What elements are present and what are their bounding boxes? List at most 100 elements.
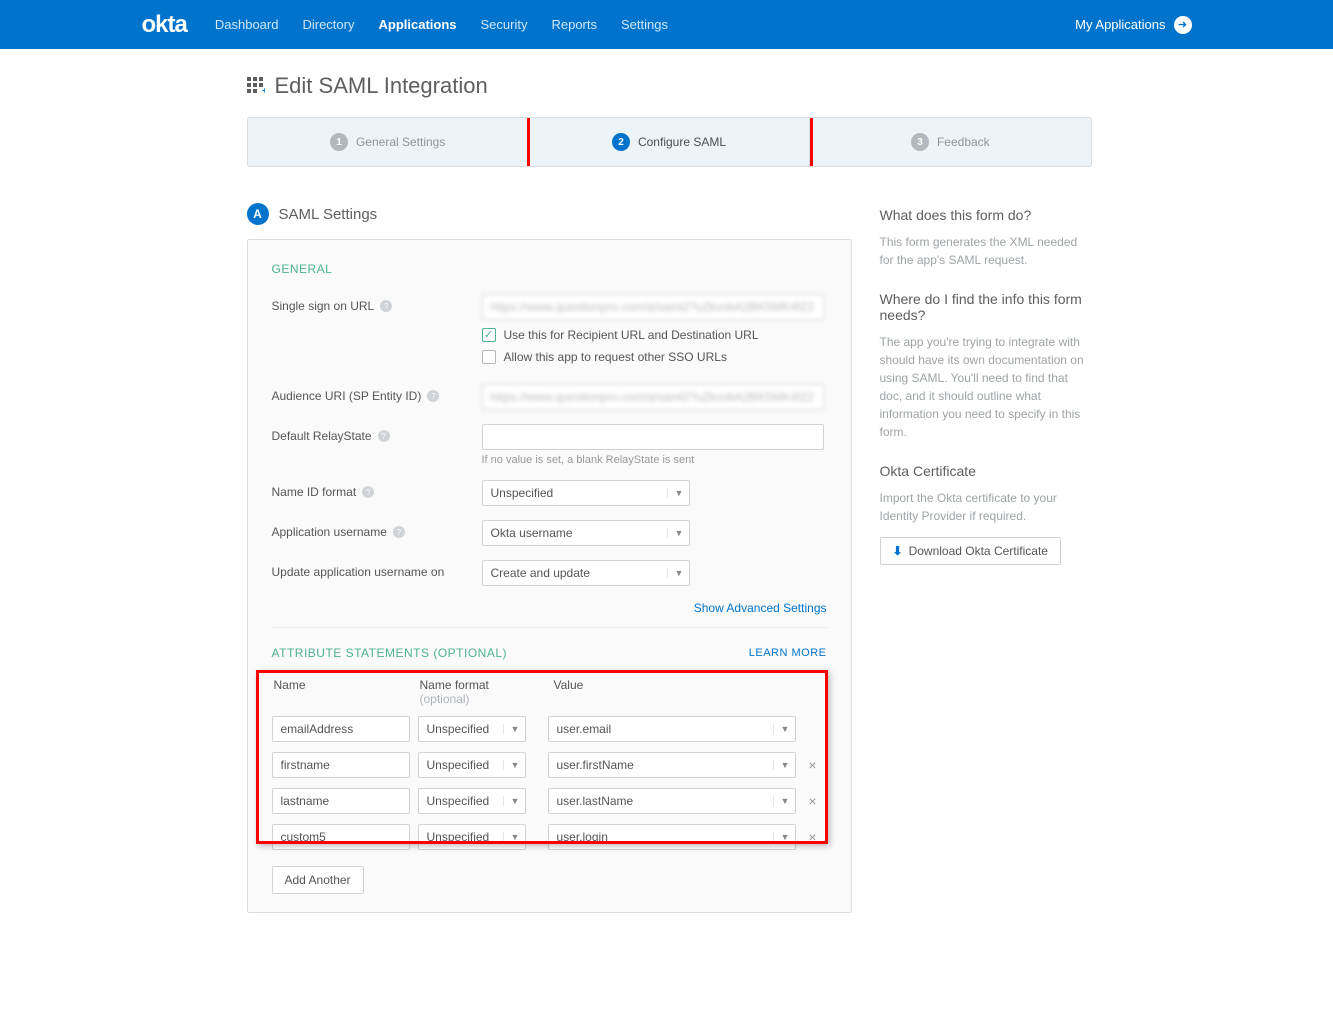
recipient-url-checkbox[interactable] bbox=[482, 328, 496, 342]
chevron-down-icon: ▼ bbox=[773, 724, 791, 734]
recipient-url-label: Use this for Recipient URL and Destinati… bbox=[504, 328, 759, 342]
chevron-down-icon: ▼ bbox=[503, 796, 521, 806]
attr-row: Unspecified▼ user.firstName▼ × bbox=[272, 752, 827, 778]
help-icon[interactable]: ? bbox=[378, 430, 390, 442]
step-badge: 1 bbox=[330, 133, 348, 151]
attr-col-format-opt: (optional) bbox=[420, 692, 470, 706]
sso-url-label: Single sign on URL bbox=[272, 299, 375, 313]
attr-value-select[interactable]: user.email▼ bbox=[548, 716, 796, 742]
step-label: Feedback bbox=[937, 135, 990, 149]
section-title: SAML Settings bbox=[279, 206, 378, 223]
attr-value-select[interactable]: user.login▼ bbox=[548, 824, 796, 850]
step-3[interactable]: 3 Feedback bbox=[809, 118, 1090, 166]
nameid-value: Unspecified bbox=[491, 486, 554, 500]
help-icon[interactable]: ? bbox=[393, 526, 405, 538]
sso-url-input[interactable] bbox=[482, 294, 824, 320]
attr-col-value: Value bbox=[554, 678, 784, 706]
nav-item-reports[interactable]: Reports bbox=[551, 17, 597, 32]
help-icon[interactable]: ? bbox=[380, 300, 392, 312]
app-username-select[interactable]: Okta username ▼ bbox=[482, 520, 690, 546]
nav-item-security[interactable]: Security bbox=[481, 17, 528, 32]
attr-format-select[interactable]: Unspecified▼ bbox=[418, 788, 526, 814]
attr-name-input[interactable] bbox=[272, 716, 410, 742]
add-another-button[interactable]: Add Another bbox=[272, 866, 364, 894]
top-nav: okta Dashboard Directory Applications Secur… bbox=[0, 0, 1333, 49]
add-another-label: Add Another bbox=[285, 873, 351, 887]
step-label: Configure SAML bbox=[638, 135, 726, 149]
attr-col-name: Name bbox=[274, 678, 412, 706]
chevron-down-icon: ▼ bbox=[503, 724, 521, 734]
attr-format-select[interactable]: Unspecified▼ bbox=[418, 716, 526, 742]
wizard-steps: 1 General Settings 2 Configure SAML 3 Feedbac… bbox=[247, 117, 1092, 167]
download-icon: ⬇ bbox=[893, 544, 903, 558]
audience-input[interactable] bbox=[482, 384, 824, 410]
remove-row-button[interactable]: × bbox=[804, 829, 822, 845]
show-advanced-link[interactable]: Show Advanced Settings bbox=[694, 601, 827, 615]
nav-item-directory[interactable]: Directory bbox=[302, 17, 354, 32]
nameid-label: Name ID format bbox=[272, 485, 357, 499]
attr-name-input[interactable] bbox=[272, 824, 410, 850]
download-cert-button[interactable]: ⬇ Download Okta Certificate bbox=[880, 537, 1061, 565]
attr-row: Unspecified▼ user.login▼ × bbox=[272, 824, 827, 850]
remove-row-button[interactable]: × bbox=[804, 793, 822, 809]
help-q1-title: What does this form do? bbox=[880, 207, 1092, 223]
attr-col-format: Name format bbox=[420, 678, 489, 692]
allow-other-sso-label: Allow this app to request other SSO URLs bbox=[504, 350, 727, 364]
attr-value-select[interactable]: user.lastName▼ bbox=[548, 788, 796, 814]
update-on-label: Update application username on bbox=[272, 565, 445, 579]
learn-more-link[interactable]: LEARN MORE bbox=[749, 647, 827, 659]
chevron-down-icon: ▼ bbox=[503, 760, 521, 770]
nav-item-dashboard[interactable]: Dashboard bbox=[215, 17, 279, 32]
my-applications-link[interactable]: My Applications ➜ bbox=[1075, 16, 1191, 34]
chevron-down-icon: ▼ bbox=[773, 832, 791, 842]
divider bbox=[272, 627, 827, 628]
okta-logo: okta bbox=[142, 11, 187, 39]
download-cert-label: Download Okta Certificate bbox=[909, 544, 1048, 558]
section-badge: A bbox=[247, 203, 269, 225]
app-username-label: Application username bbox=[272, 525, 387, 539]
attr-heading: ATTRIBUTE STATEMENTS (OPTIONAL) bbox=[272, 646, 508, 660]
attr-row: Unspecified▼ user.email▼ bbox=[272, 716, 827, 742]
chevron-down-icon: ▼ bbox=[667, 568, 685, 578]
help-q2-text: The app you're trying to integrate with … bbox=[880, 333, 1092, 441]
help-icon[interactable]: ? bbox=[362, 486, 374, 498]
relay-label: Default RelayState bbox=[272, 429, 372, 443]
step-badge: 3 bbox=[911, 133, 929, 151]
nameid-select[interactable]: Unspecified ▼ bbox=[482, 480, 690, 506]
help-q1-text: This form generates the XML needed for t… bbox=[880, 233, 1092, 269]
remove-row-button[interactable]: × bbox=[804, 757, 822, 773]
update-on-select[interactable]: Create and update ▼ bbox=[482, 560, 690, 586]
cert-text: Import the Okta certificate to your Iden… bbox=[880, 489, 1092, 525]
relay-input[interactable] bbox=[482, 424, 824, 450]
app-username-value: Okta username bbox=[491, 526, 573, 540]
cert-title: Okta Certificate bbox=[880, 463, 1092, 479]
step-2[interactable]: 2 Configure SAML bbox=[528, 118, 809, 166]
attr-row: Unspecified▼ user.lastName▼ × bbox=[272, 788, 827, 814]
step-badge: 2 bbox=[612, 133, 630, 151]
general-heading: GENERAL bbox=[272, 262, 827, 276]
page-title-row: + Edit SAML Integration bbox=[247, 73, 1297, 99]
attr-format-select[interactable]: Unspecified▼ bbox=[418, 752, 526, 778]
step-label: General Settings bbox=[356, 135, 445, 149]
chevron-down-icon: ▼ bbox=[773, 760, 791, 770]
attr-name-input[interactable] bbox=[272, 752, 410, 778]
chevron-down-icon: ▼ bbox=[773, 796, 791, 806]
allow-other-sso-checkbox[interactable] bbox=[482, 350, 496, 364]
nav-item-applications[interactable]: Applications bbox=[378, 17, 456, 32]
svg-text:+: + bbox=[262, 86, 265, 95]
arrow-right-icon: ➜ bbox=[1174, 16, 1192, 34]
my-apps-label: My Applications bbox=[1075, 17, 1165, 32]
nav-item-settings[interactable]: Settings bbox=[621, 17, 668, 32]
update-on-value: Create and update bbox=[491, 566, 590, 580]
page-title: Edit SAML Integration bbox=[275, 73, 488, 99]
help-icon[interactable]: ? bbox=[427, 390, 439, 402]
help-q2-title: Where do I find the info this form needs… bbox=[880, 291, 1092, 323]
step-1[interactable]: 1 General Settings bbox=[248, 118, 528, 166]
chevron-down-icon: ▼ bbox=[667, 488, 685, 498]
attr-format-select[interactable]: Unspecified▼ bbox=[418, 824, 526, 850]
chevron-down-icon: ▼ bbox=[503, 832, 521, 842]
relay-hint: If no value is set, a blank RelayState i… bbox=[482, 454, 827, 466]
attr-value-select[interactable]: user.firstName▼ bbox=[548, 752, 796, 778]
attr-name-input[interactable] bbox=[272, 788, 410, 814]
apps-grid-icon: + bbox=[247, 77, 265, 95]
